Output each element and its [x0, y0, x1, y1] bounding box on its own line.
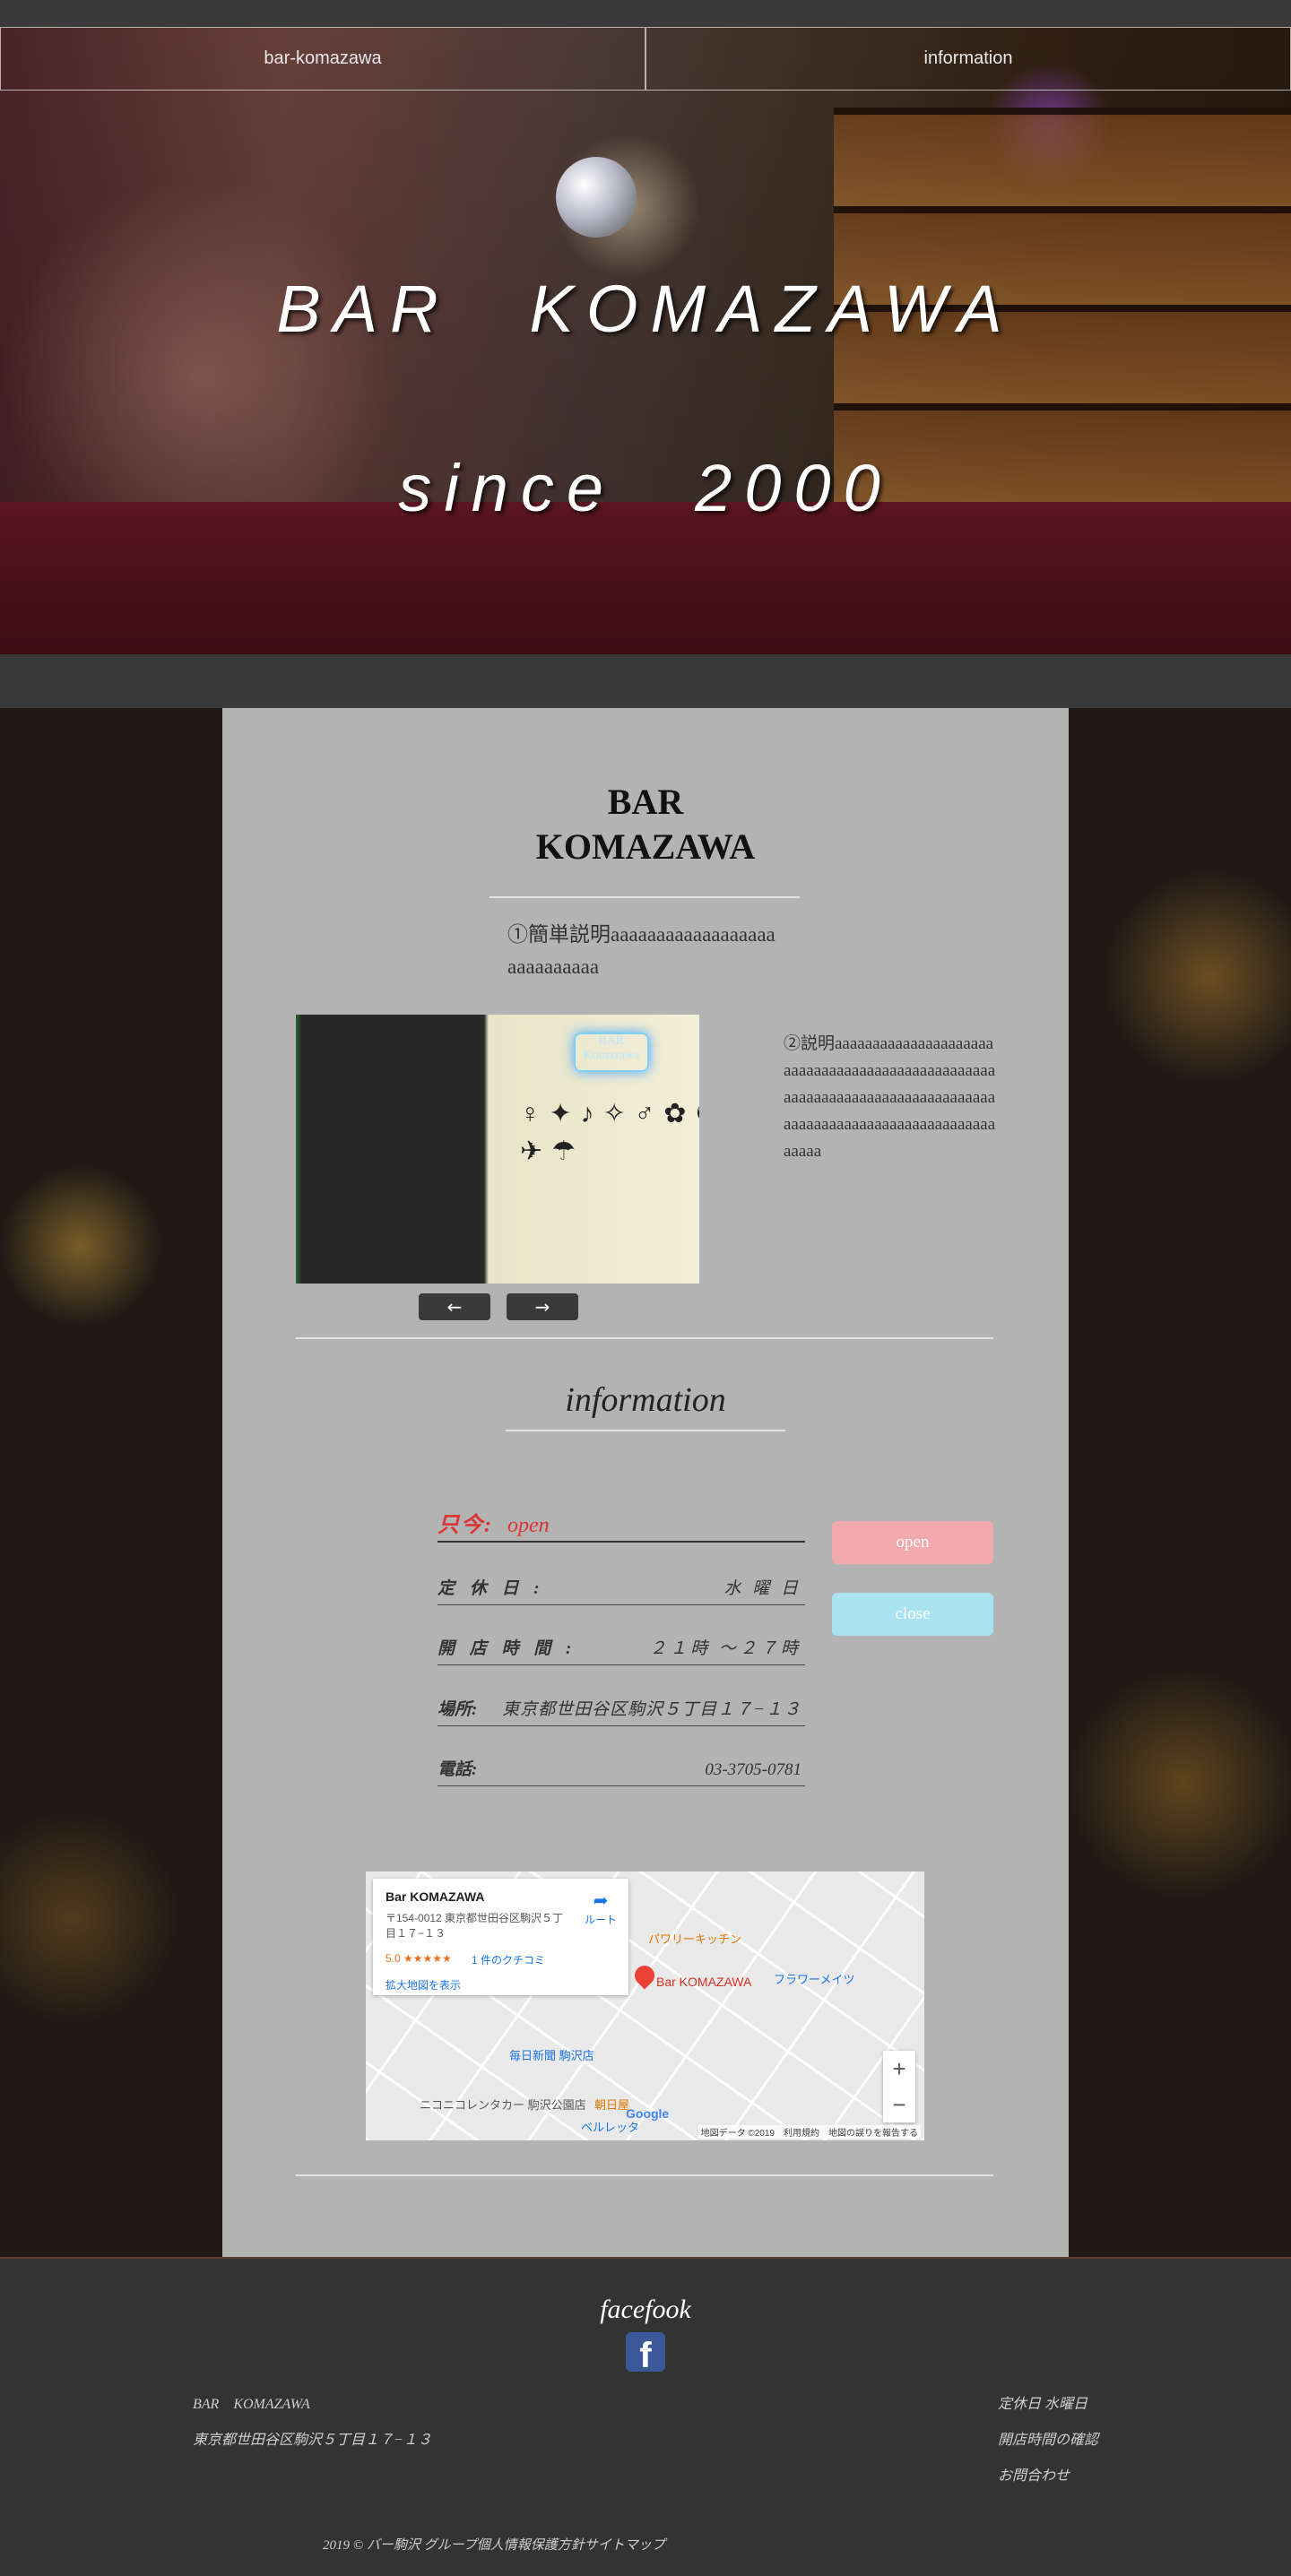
- google-map[interactable]: パワリーキッチン フラワーメイツ 毎日新聞 駒沢店 ニコニコレンタカー 駒沢公園…: [366, 1871, 924, 2140]
- bottom-divider: [296, 2174, 993, 2176]
- information-underline: [506, 1430, 785, 1431]
- hero-title: BAR KOMAZAWA: [276, 272, 1015, 346]
- nav-bar-komazawa[interactable]: bar-komazawa: [0, 27, 646, 91]
- page-title-line1: BAR: [607, 782, 684, 822]
- top-nav: bar-komazawa information: [0, 27, 1291, 91]
- info-row-location: 場所: 東京都世田谷区駒沢５丁目１７−１３: [438, 1695, 805, 1726]
- facebook-title: facefook: [600, 2295, 691, 2324]
- zoom-in-button[interactable]: +: [883, 2051, 915, 2087]
- divider-band: [0, 654, 1291, 708]
- hero-subtitle: since 2000: [398, 451, 893, 525]
- short-description: ①簡単説明aaaaaaaaaaaaaaaaaaaaaaaaaaaa: [507, 923, 775, 978]
- google-logo: Google: [626, 2106, 670, 2121]
- footer-address: 東京都世田谷区駒沢５丁目１７−１３: [193, 2433, 432, 2448]
- footer: facefook f BAR KOMAZAWA 東京都世田谷区駒沢５丁目１７−１…: [0, 2257, 1291, 2576]
- title-divider: [490, 896, 800, 898]
- map-zoom-controls: + −: [883, 2051, 915, 2122]
- info-label: 場所:: [438, 1700, 478, 1719]
- info-label: 電話:: [438, 1760, 478, 1779]
- status-value: open: [507, 1514, 550, 1537]
- prev-slide-button[interactable]: ←: [419, 1293, 490, 1320]
- zoom-out-button[interactable]: −: [883, 2087, 915, 2122]
- wall-drawings-image: ♀✦♪✧♂✿☯♠✈☂: [520, 1099, 699, 1166]
- disco-ball-image: [556, 157, 637, 238]
- info-label: 開 店 時 間 :: [438, 1639, 577, 1658]
- info-value: 水 曜 日: [723, 1579, 801, 1598]
- footer-bar-name: BAR KOMAZAWA: [193, 2397, 310, 2412]
- close-button[interactable]: close: [832, 1593, 993, 1636]
- map-reviews-link[interactable]: 1 件のクチコミ: [472, 1952, 545, 1967]
- page-title: BAR KOMAZAWA: [222, 780, 1069, 869]
- info-value: 東京都世田谷区駒沢５丁目１７−１３: [502, 1700, 801, 1719]
- map-place-label: パワリーキッチン: [648, 1932, 742, 1946]
- map-place-label: 毎日新聞 駒沢店: [509, 2049, 594, 2062]
- map-rating: 5.0 ★★★★★: [386, 1952, 452, 1965]
- footer-copyright: 2019 © バー駒沢 グループ個人情報保護方針サイトマップ: [323, 2538, 665, 2553]
- map-pin-icon[interactable]: [630, 1961, 659, 1990]
- map-attribution[interactable]: 地図データ ©2019 利用規約 地図の誤りを報告する: [697, 2125, 921, 2139]
- top-bar: [0, 0, 1291, 27]
- hero-banner: bar-komazawa information BAR KOMAZAWA si…: [0, 0, 1291, 654]
- next-slide-button[interactable]: →: [507, 1293, 578, 1320]
- open-button[interactable]: open: [832, 1521, 993, 1564]
- facebook-icon[interactable]: f: [626, 2332, 665, 2375]
- footer-link-closed-day[interactable]: 定休日 水曜日: [998, 2391, 1087, 2413]
- footer-link-hours[interactable]: 開店時間の確認: [998, 2427, 1098, 2449]
- map-place-address: 〒154-0012 東京都世田谷区駒沢５丁目１７−１３: [386, 1912, 564, 1940]
- map-place-label: ニコニコレンタカー 駒沢公園店: [420, 2098, 586, 2112]
- map-place-label: フラワーメイツ: [774, 1973, 855, 1986]
- status-row: 只今: open: [438, 1510, 805, 1543]
- info-row-phone: 電話: 03-3705-0781: [438, 1755, 805, 1786]
- info-row-closed-day: 定 休 日 : 水 曜 日: [438, 1574, 805, 1605]
- map-route-label: ルート: [584, 1914, 617, 1926]
- info-value: 03-3705-0781: [705, 1760, 801, 1779]
- map-info-card: Bar KOMAZAWA 〒154-0012 東京都世田谷区駒沢５丁目１７−１３…: [373, 1879, 628, 1995]
- footer-link-contact[interactable]: お問合わせ: [998, 2463, 1070, 2485]
- map-route-button[interactable]: ➦ ルート: [581, 1889, 620, 1927]
- map-place-label: 朝日屋: [594, 2098, 630, 2112]
- info-row-hours: 開 店 時 間 : ２１時 〜２７時: [438, 1634, 805, 1665]
- map-place-name: Bar KOMAZAWA: [386, 1889, 485, 1904]
- map-pin-label: Bar KOMAZAWA: [656, 1975, 752, 1989]
- long-description: ②説明aaaaaaaaaaaaaaaaaaaaaaaaaaaaaaaaaaaaa…: [784, 1034, 996, 1161]
- info-value: ２１時 〜２７時: [649, 1639, 801, 1658]
- photo-slideshow: BAR Komazawa ♀✦♪✧♂✿☯♠✈☂: [296, 1015, 699, 1284]
- nav-information[interactable]: information: [646, 27, 1291, 91]
- section-divider: [296, 1337, 993, 1339]
- door-image: [301, 1015, 481, 1284]
- information-heading: information: [565, 1381, 726, 1419]
- map-enlarge-link[interactable]: 拡大地図を表示: [386, 1977, 461, 1993]
- directions-icon: ➦: [593, 1891, 609, 1911]
- status-label: 只今:: [438, 1514, 493, 1537]
- page-title-line2: KOMAZAWA: [535, 826, 756, 867]
- content-panel: BAR KOMAZAWA ①簡単説明aaaaaaaaaaaaaaaaaaaaaa…: [222, 708, 1069, 2257]
- info-label: 定 休 日 :: [438, 1579, 545, 1598]
- neon-sign-image: BAR Komazawa: [574, 1033, 649, 1072]
